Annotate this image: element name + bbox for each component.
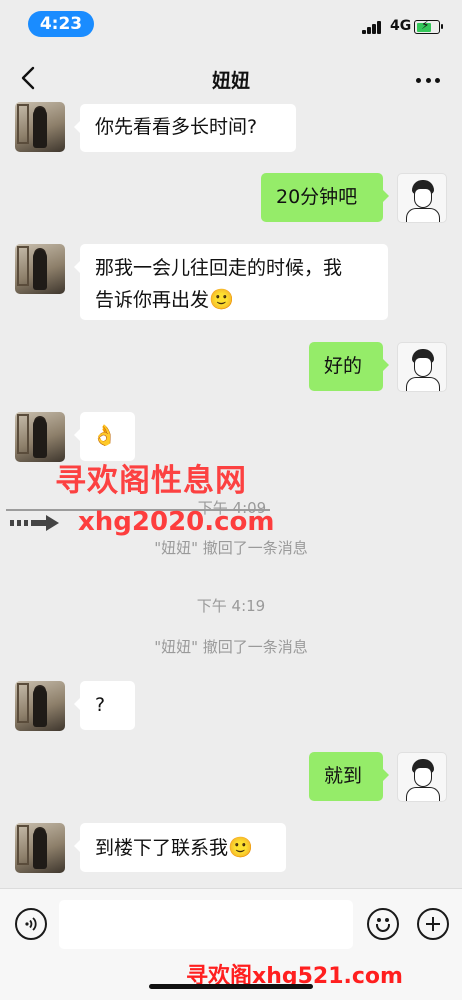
signal-icon bbox=[362, 21, 382, 34]
contact-avatar[interactable] bbox=[15, 102, 65, 152]
smile-emoji-icon: 🙂 bbox=[228, 835, 253, 859]
status-time: 4:23 bbox=[28, 11, 94, 37]
message-text: 到楼下了联系我 bbox=[95, 837, 229, 859]
message-bubble[interactable]: 好的 bbox=[309, 342, 389, 391]
watermark-text: 寻欢阁性息网 bbox=[55, 463, 247, 499]
message-text-line: 那我一会儿往回走的时候，我 bbox=[95, 257, 343, 279]
contact-avatar[interactable] bbox=[15, 244, 65, 294]
battery-icon: ⚡ bbox=[414, 18, 443, 34]
plus-button[interactable] bbox=[417, 908, 449, 940]
nav-bar: 妞妞 bbox=[0, 46, 462, 108]
message-bubble[interactable]: 👌 bbox=[74, 412, 135, 461]
emoji-face-icon bbox=[377, 918, 381, 922]
emoji-button[interactable] bbox=[367, 908, 399, 940]
status-bar: 4:23 4G ⚡ bbox=[0, 0, 462, 46]
timestamp: 下午 4:19 bbox=[196, 597, 266, 615]
message-bubble[interactable]: 就到 bbox=[309, 752, 389, 801]
voice-button[interactable] bbox=[15, 908, 47, 940]
more-button[interactable] bbox=[416, 78, 440, 84]
message-input[interactable] bbox=[59, 900, 353, 949]
message-bubble[interactable]: 那我一会儿往回走的时候，我 告诉你再出发🙂 bbox=[74, 244, 388, 320]
timestamp: 下午 4:09 bbox=[197, 499, 267, 517]
voice-icon bbox=[25, 917, 37, 931]
home-indicator[interactable] bbox=[149, 984, 313, 989]
message-bubble[interactable]: 到楼下了联系我🙂 bbox=[74, 823, 286, 872]
more-dots-icon bbox=[416, 78, 421, 83]
message-bubble[interactable]: 你先看看多长时间? bbox=[74, 104, 296, 152]
recall-notice: "妞妞" 撤回了一条消息 bbox=[154, 539, 308, 557]
my-avatar[interactable] bbox=[397, 342, 447, 392]
network-label: 4G bbox=[390, 18, 412, 34]
my-avatar[interactable] bbox=[397, 173, 447, 223]
message-text-line: 告诉你再出发 bbox=[95, 289, 210, 311]
contact-avatar[interactable] bbox=[15, 681, 65, 731]
my-avatar[interactable] bbox=[397, 752, 447, 802]
recall-notice: "妞妞" 撤回了一条消息 bbox=[154, 638, 308, 656]
chat-title: 妞妞 bbox=[211, 70, 250, 92]
message-bubble[interactable]: ? bbox=[74, 681, 135, 730]
ok-hand-emoji-icon: 👌 bbox=[92, 423, 117, 447]
smile-emoji-icon: 🙂 bbox=[209, 287, 234, 311]
message-bubble[interactable]: 20分钟吧 bbox=[261, 173, 389, 222]
contact-avatar[interactable] bbox=[15, 823, 65, 873]
